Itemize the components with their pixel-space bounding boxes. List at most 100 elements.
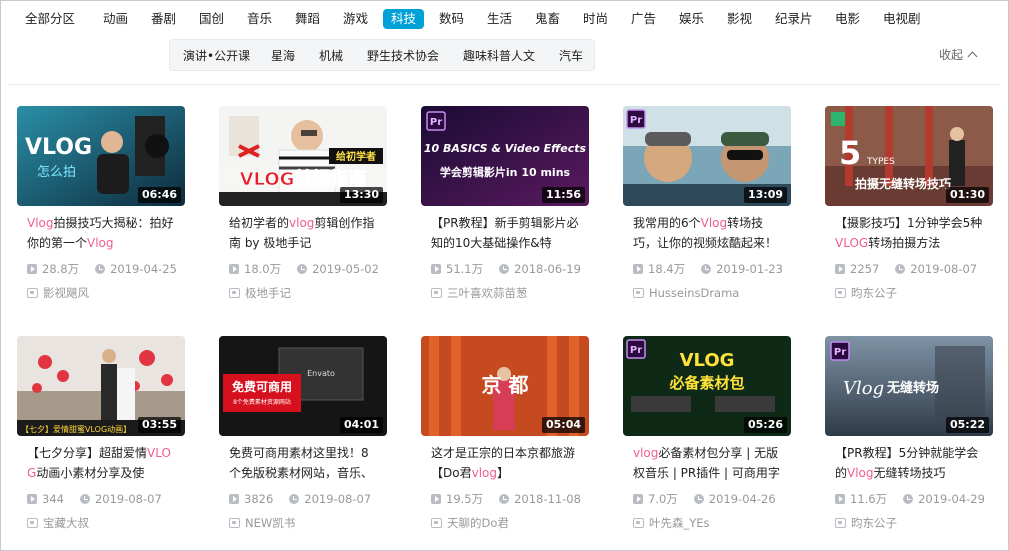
category-item[interactable]: 科技 — [383, 9, 425, 29]
category-item[interactable]: 动画 — [103, 9, 128, 29]
video-title[interactable]: Vlog拍摄技巧大揭秘：拍好你的第一个Vlog — [17, 213, 185, 253]
category-item[interactable]: 鬼畜 — [535, 9, 560, 29]
video-card[interactable]: 【七夕】爱情甜蜜VLOG动画】 03:55 【七夕分享】超甜爱情VLOG动画小素… — [17, 336, 185, 531]
video-title[interactable]: 我常用的6个Vlog转场技巧，让你的视频炫酷起来！ — [623, 213, 791, 253]
play-count-icon — [229, 264, 239, 274]
title-segment: 【PR教程】新手剪辑影片必知的10大基础操作&特 — [431, 216, 579, 250]
uploader-link[interactable]: 宝藏大叔 — [17, 515, 185, 531]
uploader-link[interactable]: HusseinsDrama — [623, 285, 791, 301]
uploader-link[interactable]: 昀东公子 — [825, 285, 993, 301]
video-title[interactable]: vlog必备素材包分享 | 无版权音乐 | PR插件 | 可商用字 — [623, 443, 791, 483]
video-title[interactable]: 【PR教程】新手剪辑影片必知的10大基础操作&特 — [421, 213, 589, 253]
subcategory-item[interactable]: 趣味科普人文 — [463, 47, 535, 65]
video-thumbnail[interactable]: Pr VLOG 必备素材包 05:26 — [623, 336, 791, 436]
uploader-icon — [27, 518, 38, 528]
category-item[interactable]: 国创 — [199, 9, 224, 29]
uploader-icon — [229, 288, 240, 298]
play-count-icon — [27, 264, 37, 274]
video-title[interactable]: 免费可商用素材这里找！8个免版税素材网站，音乐、 — [219, 443, 387, 483]
svg-text:VLOG: VLOG — [680, 350, 735, 371]
svg-text:10 BASICS & Video Effects: 10 BASICS & Video Effects — [424, 142, 587, 155]
video-title[interactable]: 给初学者的vlog剪辑创作指南 by 极地手记 — [219, 213, 387, 253]
subcategory-item[interactable]: 星海 — [271, 47, 295, 65]
category-item[interactable]: 游戏 — [343, 9, 368, 29]
title-segment: Vlog — [847, 466, 874, 480]
uploader-link[interactable]: 三叶喜欢蒜苗葱 — [421, 285, 589, 301]
uploader-link[interactable]: 极地手记 — [219, 285, 387, 301]
category-item[interactable]: 番剧 — [151, 9, 176, 29]
video-thumbnail[interactable]: 5 TYPES 拍摄无缝转场技巧 01:30 — [825, 106, 993, 206]
video-card[interactable]: Envato 免费可商用 8个免费素材资源网站 04:01 免费可商用素材这里找… — [219, 336, 387, 531]
uploader-name: HusseinsDrama — [649, 286, 740, 300]
video-meta: 19.5万 2018-11-08 — [421, 491, 589, 507]
svg-text:【七夕】爱情甜蜜VLOG动画】: 【七夕】爱情甜蜜VLOG动画】 — [21, 424, 131, 434]
subcategory-item[interactable]: 野生技术协会 — [367, 47, 439, 65]
video-card[interactable]: 5 TYPES 拍摄无缝转场技巧 01:30 【摄影技巧】1分钟学会5种 VLOG… — [825, 106, 993, 301]
video-card[interactable]: Pr 13:09 我常用的6个Vlog转场技巧，让你的视频炫酷起来！ 18.4万… — [623, 106, 791, 301]
video-card[interactable]: Pr Vlog 无缝转场 05:22 【PR教程】5分钟就能学会的Vlog无缝转… — [825, 336, 993, 531]
clock-icon — [79, 494, 90, 504]
uploader-link[interactable]: 天聊的Do君 — [421, 515, 589, 531]
category-item[interactable]: 音乐 — [247, 9, 272, 29]
category-item[interactable]: 电影 — [835, 9, 860, 29]
video-card[interactable]: Pr 10 BASICS & Video Effects 学会剪辑影片in 10… — [421, 106, 589, 301]
category-item[interactable]: 时尚 — [583, 9, 608, 29]
category-item[interactable]: 纪录片 — [775, 9, 813, 29]
duration-badge: 13:09 — [743, 187, 787, 203]
category-item[interactable]: 电视剧 — [883, 9, 921, 29]
title-segment: 【摄影技巧】1分钟学会5种 — [835, 216, 983, 230]
category-item[interactable]: 数码 — [439, 9, 464, 29]
duration-badge: 05:26 — [743, 417, 787, 433]
title-segment: vlog — [471, 466, 497, 480]
subcategory-item[interactable]: 演讲•公开课 — [183, 47, 250, 65]
collapse-button[interactable]: 收起 — [939, 46, 978, 63]
view-count: 19.5万 — [446, 492, 484, 506]
video-card[interactable]: Pr VLOG 必备素材包 05:26 vlog必备素材包分享 | 无版权音乐 … — [623, 336, 791, 531]
video-thumbnail[interactable]: Envato 免费可商用 8个免费素材资源网站 04:01 — [219, 336, 387, 436]
title-segment: 无缝转场技巧 — [873, 466, 946, 480]
category-item[interactable]: 全部分区 — [25, 9, 75, 29]
video-meta: 344 2019-08-07 — [17, 491, 185, 507]
category-item[interactable]: 影视 — [727, 9, 752, 29]
divider — [9, 84, 999, 85]
video-thumbnail[interactable]: VLOG 怎么拍 06:46 — [17, 106, 185, 206]
category-item[interactable]: 舞蹈 — [295, 9, 320, 29]
video-title[interactable]: 【PR教程】5分钟就能学会的Vlog无缝转场技巧 — [825, 443, 993, 483]
title-segment: vlog — [633, 446, 659, 460]
collapse-label: 收起 — [939, 48, 964, 62]
video-card[interactable]: 给初学者 VLOG剪辑指南 13:30 给初学者的vlog剪辑创作指南 by 极… — [219, 106, 387, 301]
category-item[interactable]: 广告 — [631, 9, 656, 29]
svg-text:Pr: Pr — [630, 115, 642, 126]
video-card[interactable]: VLOG 怎么拍 06:46 Vlog拍摄技巧大揭秘：拍好你的第一个Vlog 2… — [17, 106, 185, 301]
video-title[interactable]: 这才是正宗的日本京都旅游【Do君vlog】 — [421, 443, 589, 483]
svg-text:免费可商用: 免费可商用 — [232, 379, 292, 394]
duration-badge: 11:56 — [541, 187, 585, 203]
uploader-link[interactable]: 昀东公子 — [825, 515, 993, 531]
category-item[interactable]: 娱乐 — [679, 9, 704, 29]
category-item[interactable]: 生活 — [487, 9, 512, 29]
video-title[interactable]: 【摄影技巧】1分钟学会5种 VLOG转场拍摄方法 — [825, 213, 993, 253]
view-count: 2257 — [850, 262, 880, 276]
video-thumbnail[interactable]: Pr Vlog 无缝转场 05:22 — [825, 336, 993, 436]
duration-badge: 01:30 — [945, 187, 989, 203]
video-thumbnail[interactable]: 给初学者 VLOG剪辑指南 13:30 — [219, 106, 387, 206]
video-thumbnail[interactable]: Pr 13:09 — [623, 106, 791, 206]
svg-text:拍摄无缝转场技巧: 拍摄无缝转场技巧 — [855, 176, 951, 191]
subcategory-item[interactable]: 汽车 — [559, 47, 583, 65]
uploader-name: 叶先森_YEs — [649, 516, 710, 530]
uploader-link[interactable]: NEW凯书 — [219, 515, 387, 531]
video-thumbnail[interactable]: 京 都 05:04 — [421, 336, 589, 436]
upload-date: 2019-05-02 — [312, 262, 379, 276]
chevron-up-icon — [967, 51, 978, 62]
subcategory-item[interactable]: 机械 — [319, 47, 343, 65]
uploader-link[interactable]: 叶先森_YEs — [623, 515, 791, 531]
upload-date: 2019-04-25 — [110, 262, 177, 276]
video-card[interactable]: 京 都 05:04 这才是正宗的日本京都旅游【Do君vlog】 19.5万 20… — [421, 336, 589, 531]
title-segment: VLOG — [835, 236, 869, 250]
video-thumbnail[interactable]: 【七夕】爱情甜蜜VLOG动画】 03:55 — [17, 336, 185, 436]
uploader-link[interactable]: 影视飓风 — [17, 285, 185, 301]
play-count-icon — [633, 264, 643, 274]
video-thumbnail[interactable]: Pr 10 BASICS & Video Effects 学会剪辑影片in 10… — [421, 106, 589, 206]
video-title[interactable]: 【七夕分享】超甜爱情VLOG动画小素材分享及使 — [17, 443, 185, 483]
view-count: 344 — [42, 492, 64, 506]
